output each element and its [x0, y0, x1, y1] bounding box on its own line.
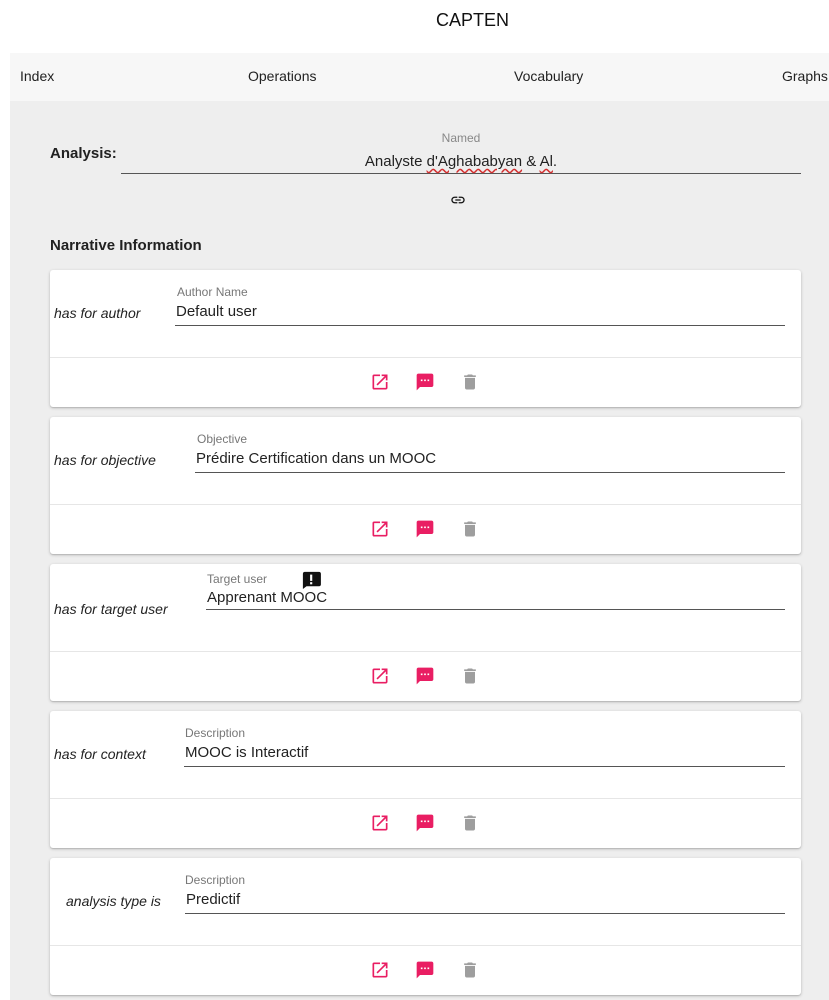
card-context: has for context Description MOOC is Inte… [50, 711, 801, 848]
author-name-field[interactable]: Author Name Default user [175, 285, 785, 326]
analysis-name-label: Named [441, 131, 481, 145]
card-divider [50, 357, 801, 358]
field-value[interactable]: Predictif [186, 891, 240, 908]
open-in-new-icon[interactable] [370, 372, 390, 392]
feedback-alert-icon[interactable] [300, 571, 322, 589]
analysis-label: Analysis: [50, 145, 117, 162]
predicate-label: analysis type is [66, 893, 161, 909]
field-value[interactable]: MOOC is Interactif [185, 744, 308, 761]
card-divider [50, 945, 801, 946]
analysis-name-value[interactable]: Analyste d'Aghababyan & Al. [121, 153, 801, 170]
main-content: Analysis: Named Analyste d'Aghababyan & … [10, 101, 829, 1000]
card-target-user: has for target user Target user Apprenan… [50, 564, 801, 701]
field-value[interactable]: Prédire Certification dans un MOOC [196, 450, 436, 467]
comment-icon[interactable] [415, 813, 435, 833]
comment-icon[interactable] [415, 372, 435, 392]
field-label: Target user [207, 572, 268, 586]
comment-icon[interactable] [415, 666, 435, 686]
nav-index[interactable]: Index [20, 68, 54, 84]
field-label: Objective [197, 432, 248, 446]
nav-graphs[interactable]: Graphs [782, 68, 828, 84]
predicate-label: has for author [54, 305, 141, 321]
comment-icon[interactable] [415, 519, 435, 539]
comment-icon[interactable] [415, 960, 435, 980]
delete-icon[interactable] [460, 519, 480, 539]
section-title: Narrative Information [50, 237, 202, 254]
card-analysis-type: analysis type is Description Predictif [50, 858, 801, 995]
predicate-label: has for objective [54, 452, 156, 468]
card-author: has for author Author Name Default user [50, 270, 801, 407]
card-divider [50, 798, 801, 799]
analysis-type-description-field[interactable]: Description Predictif [185, 873, 785, 914]
delete-icon[interactable] [460, 372, 480, 392]
delete-icon[interactable] [460, 960, 480, 980]
field-label: Description [185, 873, 246, 887]
open-in-new-icon[interactable] [370, 519, 390, 539]
analysis-name-field[interactable]: Named Analyste d'Aghababyan & Al. [121, 131, 801, 174]
target-user-field[interactable]: Target user Apprenant MOOC [206, 571, 785, 610]
field-label: Author Name [177, 285, 248, 299]
nav-vocabulary[interactable]: Vocabulary [514, 68, 583, 84]
link-icon[interactable] [447, 192, 469, 208]
field-label: Description [185, 726, 246, 740]
predicate-label: has for context [54, 746, 146, 762]
card-divider [50, 504, 801, 505]
open-in-new-icon[interactable] [370, 666, 390, 686]
card-divider [50, 651, 801, 652]
field-value[interactable]: Default user [176, 303, 257, 320]
top-navbar: Index Operations Vocabulary Graphs [10, 53, 829, 101]
field-value[interactable]: Apprenant MOOC [207, 589, 327, 606]
open-in-new-icon[interactable] [370, 960, 390, 980]
objective-field[interactable]: Objective Prédire Certification dans un … [195, 432, 785, 473]
context-description-field[interactable]: Description MOOC is Interactif [184, 726, 785, 767]
predicate-label: has for target user [54, 601, 168, 617]
card-objective: has for objective Objective Prédire Cert… [50, 417, 801, 554]
delete-icon[interactable] [460, 813, 480, 833]
delete-icon[interactable] [460, 666, 480, 686]
open-in-new-icon[interactable] [370, 813, 390, 833]
nav-operations[interactable]: Operations [248, 68, 316, 84]
app-title: CAPTEN [435, 10, 509, 30]
